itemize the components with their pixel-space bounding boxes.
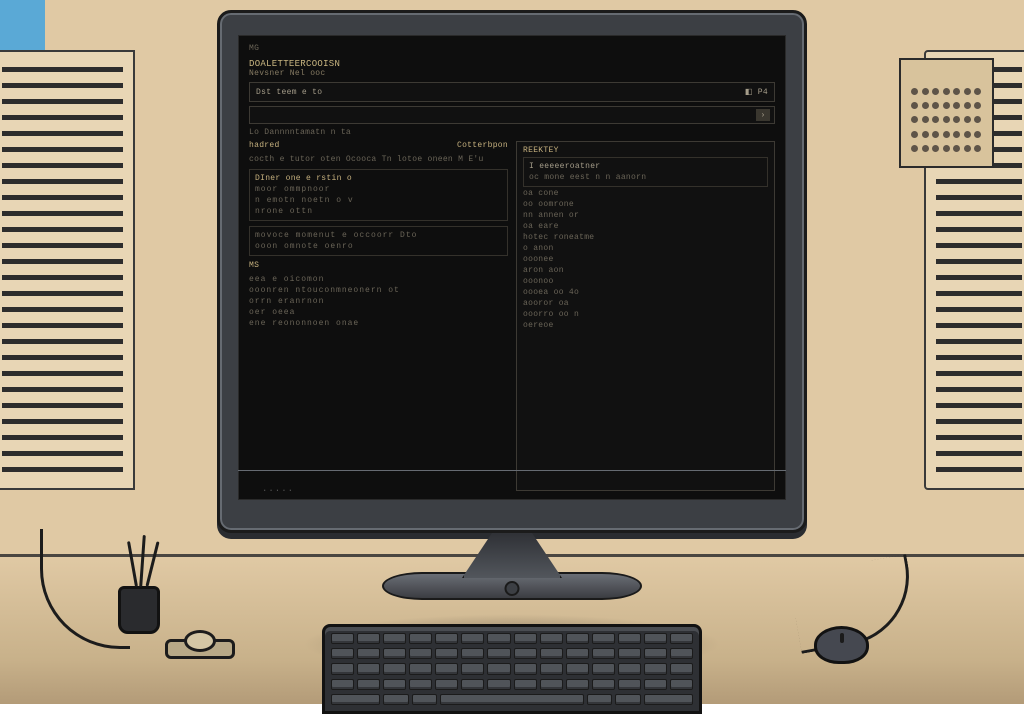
keyboard-row [331, 633, 693, 644]
section-label: MS [249, 261, 508, 270]
menu-item: MG [249, 44, 259, 53]
keyboard-row [331, 679, 693, 690]
monitor-neck [462, 533, 562, 578]
monitor-brand: ..... [262, 484, 294, 494]
search-bar: › [249, 106, 775, 124]
monitor-bezel: MG DOALETTEERCOOISN Nevsner Nel ooc Dst … [217, 10, 807, 533]
code-line: movoce momenut e occoorr Dto [255, 231, 502, 240]
pane-header: REEKTEY [523, 146, 768, 155]
code-line: oer oeea [249, 308, 508, 317]
monitor-chin: ..... [238, 470, 786, 500]
code-block: DIner one e rstin o moor ommpnoor n emot… [249, 169, 508, 221]
block-heading: I eeeeeroatner [529, 162, 762, 171]
title-block: DOALETTEERCOOISN Nevsner Nel ooc [249, 59, 775, 78]
list-item: oo oomrone [523, 200, 768, 209]
output-lines: eea e oicomon ooonren ntouconmneonern ot… [249, 275, 508, 328]
list-item: nn annen or [523, 211, 768, 220]
code-line: nrone ottn [255, 207, 502, 216]
code-line: n emotn noetn o v [255, 196, 502, 205]
code-line: moor ommpnoor [255, 185, 502, 194]
status-line: Lo Dannnntamatn n ta [249, 128, 775, 137]
info-block: I eeeeeroatner oc mone eest n n aanorn [523, 157, 768, 187]
pane-header: Cotterbpon [457, 141, 508, 150]
charging-dock [165, 639, 235, 659]
toolbar: Dst teem e to ◧ P4 [249, 82, 775, 102]
wall-calendar [899, 58, 994, 168]
keyboard-row [331, 648, 693, 659]
code-block: movoce momenut e occoorr Dto ooon omnote… [249, 226, 508, 256]
list-item: oa eare [523, 222, 768, 231]
list-item: aooror oa [523, 299, 768, 308]
app-subtitle: Nevsner Nel ooc [249, 69, 775, 78]
toolbar-label-right: P4 [758, 88, 768, 97]
code-line: eea e oicomon [249, 275, 508, 284]
toolbar-label-left: Dst teem e to [256, 88, 322, 97]
keyboard-row [331, 663, 693, 674]
code-line: orrn eranrnon [249, 297, 508, 306]
layout-icon: ◧ [745, 88, 753, 97]
keyboard [322, 624, 702, 714]
list-item: ooonee [523, 255, 768, 264]
list-item: oa cone [523, 189, 768, 198]
list-item: ooorro oo n [523, 310, 768, 319]
pane-header: hadred [249, 141, 280, 150]
list-item: aron aon [523, 266, 768, 275]
right-pane: REEKTEY I eeeeeroatner oc mone eest n n … [516, 141, 775, 491]
code-line: ene reononnoen onae [249, 319, 508, 328]
block-sub: oc mone eest n n aanorn [529, 173, 762, 182]
monitor: MG DOALETTEERCOOISN Nevsner Nel ooc Dst … [217, 10, 807, 600]
code-line: ooon omnote oenro [255, 242, 502, 251]
block-heading: DIner one e rstin o [255, 174, 502, 183]
power-button-icon [505, 581, 520, 596]
code-line: ooonren ntouconmneonern ot [249, 286, 508, 295]
list-item: oooea oo 4o [523, 288, 768, 297]
screen-content: MG DOALETTEERCOOISN Nevsner Nel ooc Dst … [238, 35, 786, 500]
search-go-button: › [756, 109, 770, 121]
description-line: cocth e tutor oten Ocooca Tn lotoe oneen… [249, 155, 508, 164]
list-item: ooonoo [523, 277, 768, 286]
window-blinds-left [0, 50, 135, 490]
calendar-grid [911, 88, 982, 156]
left-pane: hadred Cotterbpon cocth e tutor oten Oco… [249, 141, 508, 491]
computer-mouse [814, 626, 869, 664]
list-item: oereoe [523, 321, 768, 330]
list-item: o anon [523, 244, 768, 253]
keyboard-row [331, 694, 693, 705]
list-item: hotec roneatme [523, 233, 768, 242]
app-title: DOALETTEERCOOISN [249, 59, 775, 69]
menu-bar: MG [249, 44, 775, 55]
pen-cup [118, 586, 160, 634]
list: oa cone oo oomrone nn annen or oa eare h… [523, 189, 768, 330]
